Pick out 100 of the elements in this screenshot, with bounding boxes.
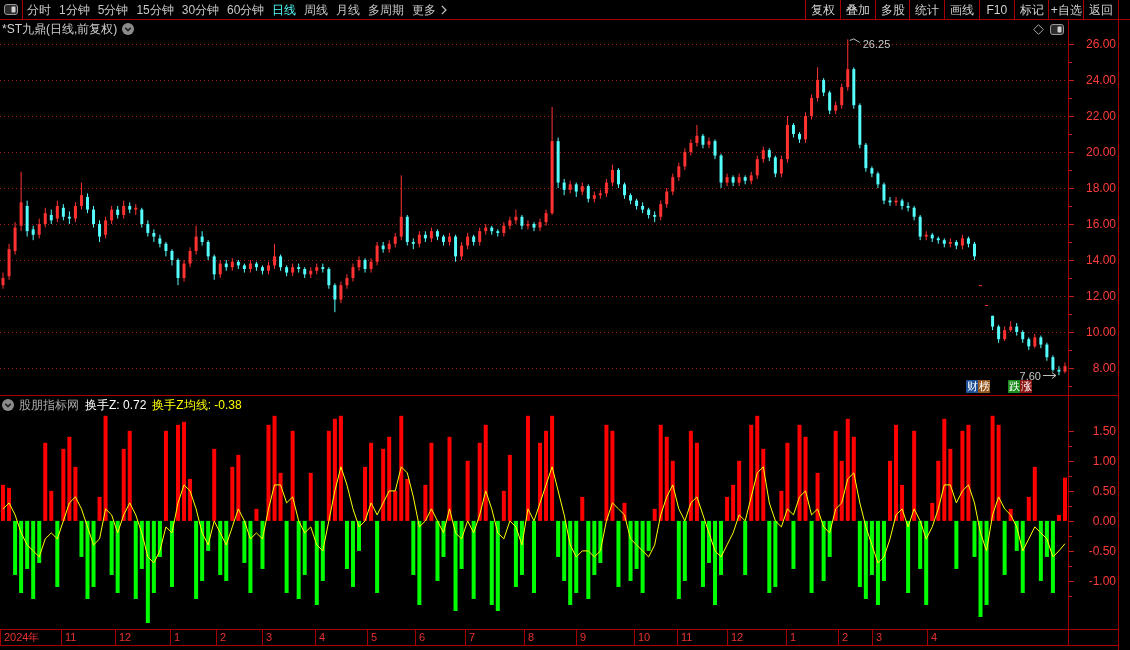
event-tag[interactable]: 财 bbox=[966, 380, 978, 393]
diamond-icon[interactable] bbox=[1033, 23, 1044, 35]
time-label: 12 bbox=[731, 631, 744, 644]
candle bbox=[206, 239, 210, 261]
toolbar-button[interactable]: 复权 bbox=[805, 0, 840, 19]
candle bbox=[906, 201, 910, 212]
candle bbox=[43, 207, 47, 229]
event-tag[interactable]: 跌 bbox=[1008, 380, 1020, 393]
candle bbox=[791, 122, 795, 139]
candle bbox=[1051, 354, 1055, 373]
candle bbox=[98, 219, 102, 243]
candle bbox=[254, 261, 258, 272]
candle bbox=[1063, 362, 1067, 374]
candle bbox=[236, 259, 240, 270]
candle bbox=[496, 228, 500, 238]
candle bbox=[574, 182, 578, 198]
panel-icon[interactable] bbox=[4, 4, 18, 15]
candle bbox=[586, 183, 590, 203]
candle bbox=[1039, 335, 1043, 349]
toolbar-button[interactable]: +自选 bbox=[1048, 0, 1084, 19]
candle bbox=[248, 259, 252, 274]
candle bbox=[882, 182, 886, 205]
candle bbox=[393, 232, 397, 248]
candle bbox=[810, 93, 814, 121]
period-tab[interactable]: 月线 bbox=[332, 0, 365, 19]
candle bbox=[7, 243, 11, 281]
panel-icon[interactable] bbox=[1050, 23, 1064, 35]
axis-label: 0.00 bbox=[1092, 514, 1116, 529]
chevron-down-icon[interactable] bbox=[122, 23, 135, 35]
candle bbox=[363, 257, 367, 274]
pointer-arrow bbox=[1042, 372, 1057, 379]
period-tab[interactable]: 15分钟 bbox=[132, 0, 178, 19]
axis-label: -1.00 bbox=[1088, 574, 1116, 589]
axis-label: 0.50 bbox=[1092, 484, 1116, 499]
time-label: 8 bbox=[528, 631, 535, 644]
toolbar-button[interactable]: 标记 bbox=[1013, 0, 1049, 19]
candle bbox=[773, 155, 777, 178]
candle bbox=[357, 255, 361, 272]
candle bbox=[979, 284, 982, 287]
candle bbox=[828, 90, 832, 115]
candle bbox=[267, 261, 270, 275]
event-tag[interactable]: 榜 bbox=[978, 380, 990, 393]
candle bbox=[888, 196, 892, 207]
chevron-down-icon[interactable] bbox=[2, 399, 14, 411]
event-tag[interactable]: 涨 bbox=[1020, 380, 1032, 393]
candle bbox=[804, 111, 808, 144]
toolbar-button[interactable]: 画线 bbox=[944, 0, 979, 19]
candle bbox=[520, 214, 524, 230]
candle bbox=[580, 182, 584, 196]
time-label: 1 bbox=[174, 631, 181, 644]
candle bbox=[176, 257, 180, 286]
candle bbox=[212, 254, 216, 281]
candle bbox=[442, 234, 445, 247]
time-label: 7 bbox=[469, 631, 476, 644]
bar bbox=[357, 520, 361, 551]
candle bbox=[49, 209, 53, 225]
period-tab[interactable]: 多周期 bbox=[364, 0, 409, 19]
period-tab[interactable]: 1分钟 bbox=[55, 0, 94, 19]
candle bbox=[785, 115, 789, 164]
candle bbox=[182, 259, 186, 283]
candle bbox=[321, 263, 325, 274]
time-label: 2 bbox=[842, 631, 849, 644]
bar bbox=[888, 460, 892, 521]
time-label: 5 bbox=[371, 631, 378, 644]
candle bbox=[1003, 326, 1007, 342]
candle bbox=[816, 66, 820, 103]
candle bbox=[508, 216, 512, 230]
candle bbox=[659, 200, 663, 221]
candle bbox=[858, 102, 862, 149]
toolbar-button[interactable]: F10 bbox=[978, 0, 1014, 19]
period-tab[interactable]: 分时 bbox=[23, 0, 55, 19]
candle bbox=[423, 230, 427, 243]
candle bbox=[592, 191, 596, 203]
candle bbox=[647, 207, 651, 220]
pointer-line bbox=[849, 38, 861, 43]
toolbar-button[interactable]: 返回 bbox=[1083, 0, 1118, 19]
candle bbox=[435, 228, 439, 241]
candle bbox=[930, 232, 934, 243]
toolbar-button[interactable]: 统计 bbox=[909, 0, 945, 19]
candle bbox=[273, 243, 277, 270]
candle bbox=[490, 225, 494, 236]
period-tab[interactable]: 5分钟 bbox=[93, 0, 133, 19]
candle bbox=[218, 259, 222, 279]
candle bbox=[116, 205, 120, 220]
candle bbox=[67, 210, 71, 225]
chevron-right-icon bbox=[441, 4, 448, 15]
time-label: 4 bbox=[931, 631, 938, 644]
period-tab[interactable]: 日线 bbox=[268, 0, 301, 19]
period-tab[interactable]: 30分钟 bbox=[177, 0, 224, 19]
period-tab[interactable]: 周线 bbox=[300, 0, 333, 19]
candle bbox=[948, 237, 952, 248]
more-menu-button[interactable]: 更多 bbox=[408, 0, 452, 19]
toolbar-button[interactable]: 多股 bbox=[874, 0, 910, 19]
axis-label: 20.00 bbox=[1085, 145, 1116, 160]
axis-label: 1.50 bbox=[1092, 424, 1116, 439]
toolbar-button[interactable]: 叠加 bbox=[839, 0, 875, 19]
period-tab[interactable]: 60分钟 bbox=[223, 0, 269, 19]
axis-label: 22.00 bbox=[1085, 109, 1116, 124]
candle bbox=[104, 216, 108, 239]
bar bbox=[1063, 477, 1067, 521]
